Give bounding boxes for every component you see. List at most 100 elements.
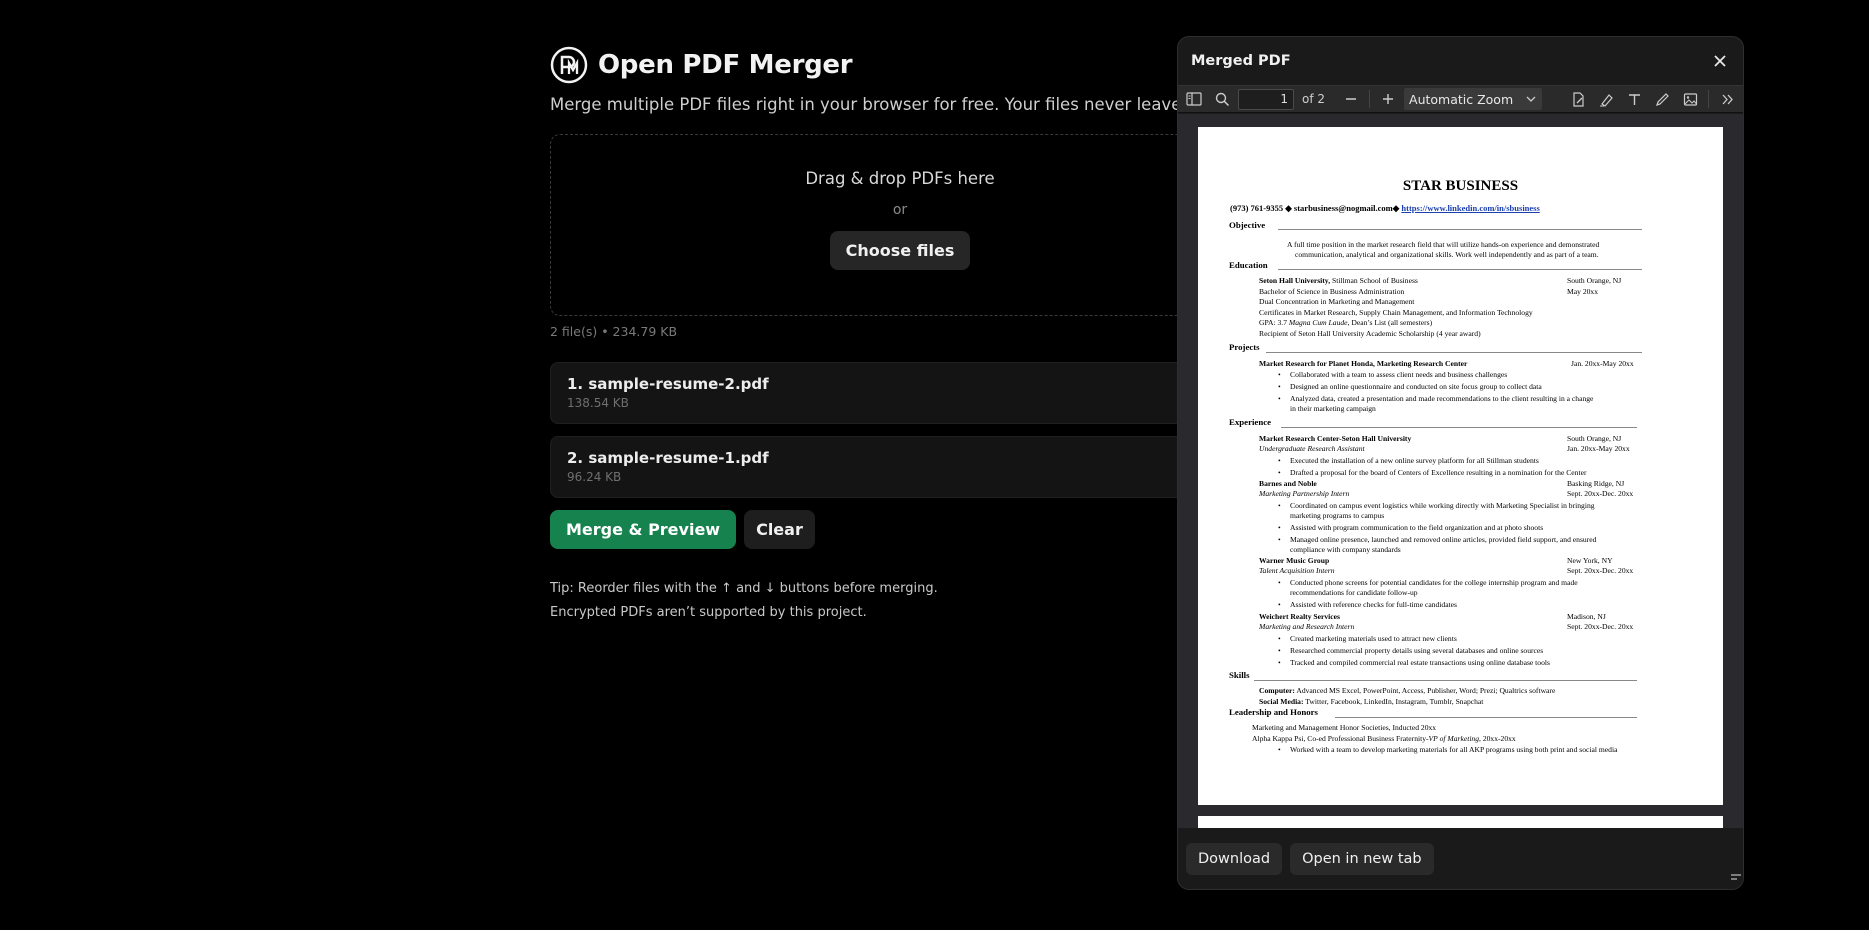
resume-text: Seton Hall University, Stillman School o… — [1259, 276, 1418, 285]
resume-text: compliance with company standards — [1290, 545, 1401, 554]
open-new-tab-button[interactable]: Open in new tab — [1290, 842, 1434, 875]
app-logo-icon — [550, 46, 588, 84]
linkedin-link[interactable]: https://www.linkedin.com/in/sbusiness — [1401, 203, 1539, 213]
modal-title: Merged PDF — [1191, 53, 1291, 69]
resume-bullet: Coordinated on campus event logistics wh… — [1278, 501, 1595, 511]
resume-text: marketing programs to campus — [1290, 511, 1385, 520]
resume-bullet: Assisted with reference checks for full-… — [1278, 600, 1457, 610]
toolbar-separator — [1369, 90, 1371, 108]
text-tool-icon[interactable] — [1622, 87, 1646, 111]
file-summary: 2 file(s) • 234.79 KB — [550, 324, 678, 339]
dropzone-or: or — [892, 202, 908, 218]
section-rule — [1266, 352, 1642, 353]
main-app: Open PDF Merger Merge multiple PDF files… — [550, 46, 1250, 625]
download-button[interactable]: Download — [1186, 842, 1283, 875]
zoom-select[interactable]: Automatic Zoom — [1404, 88, 1543, 110]
section-rule — [1278, 269, 1642, 270]
resume-text: New York, NY — [1567, 556, 1613, 565]
search-icon[interactable] — [1210, 87, 1234, 111]
resume-text: Jan. 20xx-May 20xx — [1567, 444, 1630, 453]
zoom-select-value: Automatic Zoom — [1409, 91, 1514, 107]
tips: Tip: Reorder files with the ↑ and ↓ butt… — [550, 577, 1250, 625]
resume-bullet: Analyzed data, created a presentation an… — [1278, 394, 1593, 404]
section-rule — [1254, 680, 1637, 681]
resume-text: Social Media: Twitter, Facebook, LinkedI… — [1259, 697, 1484, 706]
page-number-input[interactable] — [1238, 88, 1294, 110]
draw-icon[interactable] — [1650, 87, 1674, 111]
file-list-item[interactable]: 2. sample-resume-1.pdf 96.24 KB — [550, 436, 1250, 498]
resume-bullet: Assisted with program communication to t… — [1278, 523, 1543, 533]
resume-text: South Orange, NJ — [1567, 276, 1622, 285]
zoom-out-icon[interactable] — [1339, 87, 1363, 111]
dropzone-title: Drag & drop PDFs here — [805, 169, 995, 188]
resume-text: Marketing and Management Honor Societies… — [1252, 723, 1437, 732]
page-count: of 2 — [1302, 92, 1326, 106]
section-heading: Projects — [1229, 342, 1260, 352]
resume-text: Sept. 20xx-Dec. 20xx — [1567, 622, 1634, 631]
resume-text: Weichert Realty Services — [1259, 612, 1340, 621]
modal-footer: Download Open in new tab — [1178, 828, 1743, 889]
action-buttons: Merge & Preview Clear — [550, 510, 1250, 549]
resume-text: recommendations for candidate follow-up — [1290, 588, 1418, 597]
chevron-down-icon — [1526, 96, 1536, 102]
app-subtitle: Merge multiple PDF files right in your b… — [550, 95, 1207, 114]
resume-bullet: Drafted a proposal for the board of Cent… — [1278, 468, 1587, 478]
resume-text: Basking Ridge, NJ — [1567, 479, 1625, 488]
resume-text: A full time position in the market resea… — [1287, 240, 1600, 249]
resume-text: Madison, NJ — [1567, 612, 1606, 621]
section-rule — [1335, 717, 1637, 718]
image-icon[interactable] — [1678, 87, 1702, 111]
resume-contact: (973) 761-9355 ◆ starbusiness@nogmail.co… — [1230, 203, 1540, 213]
more-tools-icon[interactable] — [1715, 87, 1739, 111]
resume-bullet: Collaborated with a team to assess clien… — [1278, 370, 1507, 380]
resume-text: GPA: 3.7 Magna Cum Laude, Dean’s List (a… — [1259, 318, 1433, 327]
resize-handle-icon[interactable] — [1731, 873, 1741, 881]
resume-text: Sept. 20xx-Dec. 20xx — [1567, 489, 1634, 498]
pdf-viewer-body[interactable]: STAR BUSINESS (973) 761-9355 ◆ starbusin… — [1178, 114, 1743, 830]
section-heading: Objective — [1229, 220, 1266, 230]
choose-files-button[interactable]: Choose files — [829, 231, 971, 270]
section-heading: Education — [1229, 260, 1268, 270]
resume-bullet: Worked with a team to develop marketing … — [1278, 745, 1617, 755]
resume-text: in their marketing campaign — [1290, 404, 1376, 413]
merged-pdf-modal: Merged PDF of 2 Automatic Zoom — [1177, 36, 1744, 890]
modal-header: Merged PDF — [1178, 37, 1743, 85]
clear-button[interactable]: Clear — [744, 510, 815, 549]
zoom-in-icon[interactable] — [1376, 87, 1400, 111]
pdf-dropzone[interactable]: Drag & drop PDFs here or Choose files — [550, 134, 1250, 316]
close-icon[interactable] — [1709, 50, 1731, 72]
resume-text: Dual Concentration in Marketing and Mana… — [1259, 297, 1415, 306]
resume-bullet: Executed the installation of a new onlin… — [1278, 456, 1539, 466]
resume-bullet: Tracked and compiled commercial real est… — [1278, 658, 1550, 668]
section-heading: Leadership and Honors — [1229, 707, 1318, 717]
resume-text: South Orange, NJ — [1567, 434, 1622, 443]
resume-text: Certificates in Market Research, Supply … — [1259, 308, 1533, 317]
resume-text: Recipient of Seton Hall University Acade… — [1259, 329, 1481, 338]
tip-encrypted: Encrypted PDFs aren’t supported by this … — [550, 605, 867, 620]
resume-text: Market Research for Planet Honda, Market… — [1259, 359, 1468, 368]
edit-document-icon[interactable] — [1566, 87, 1590, 111]
section-heading: Skills — [1229, 670, 1250, 680]
resume-text: Warner Music Group — [1259, 556, 1330, 565]
file-size: 96.24 KB — [567, 470, 622, 484]
resume-bullet: Designed an online questionnaire and con… — [1278, 382, 1542, 392]
resume-bullet: Conducted phone screens for potential ca… — [1278, 578, 1578, 588]
highlight-icon[interactable] — [1594, 87, 1618, 111]
tip-reorder: Tip: Reorder files with the ↑ and ↓ butt… — [550, 581, 938, 596]
pdf-page: STAR BUSINESS (973) 761-9355 ◆ starbusin… — [1198, 127, 1723, 805]
resume-bullet: Researched commercial property details u… — [1278, 646, 1543, 656]
merge-preview-button[interactable]: Merge & Preview — [550, 510, 737, 549]
resume-text: Jan. 20xx-May 20xx — [1571, 359, 1634, 368]
resume-text: Marketing and Research Intern — [1259, 622, 1355, 631]
toolbar-separator — [1708, 90, 1710, 108]
file-size: 138.54 KB — [567, 396, 629, 410]
resume-text: Market Research Center-Seton Hall Univer… — [1259, 434, 1412, 443]
resume-text: communication, analytical and organizati… — [1295, 250, 1599, 259]
pdf-viewer-toolbar: of 2 Automatic Zoom — [1178, 85, 1743, 113]
resume-bullet: Created marketing materials used to attr… — [1278, 634, 1457, 644]
file-name: 1. sample-resume-2.pdf — [567, 375, 769, 393]
sidebar-toggle-icon[interactable] — [1182, 87, 1206, 111]
file-list-item[interactable]: 1. sample-resume-2.pdf 138.54 KB — [550, 362, 1250, 424]
section-heading: Experience — [1229, 417, 1272, 427]
resume-text: Undergraduate Research Assistant — [1259, 444, 1365, 453]
